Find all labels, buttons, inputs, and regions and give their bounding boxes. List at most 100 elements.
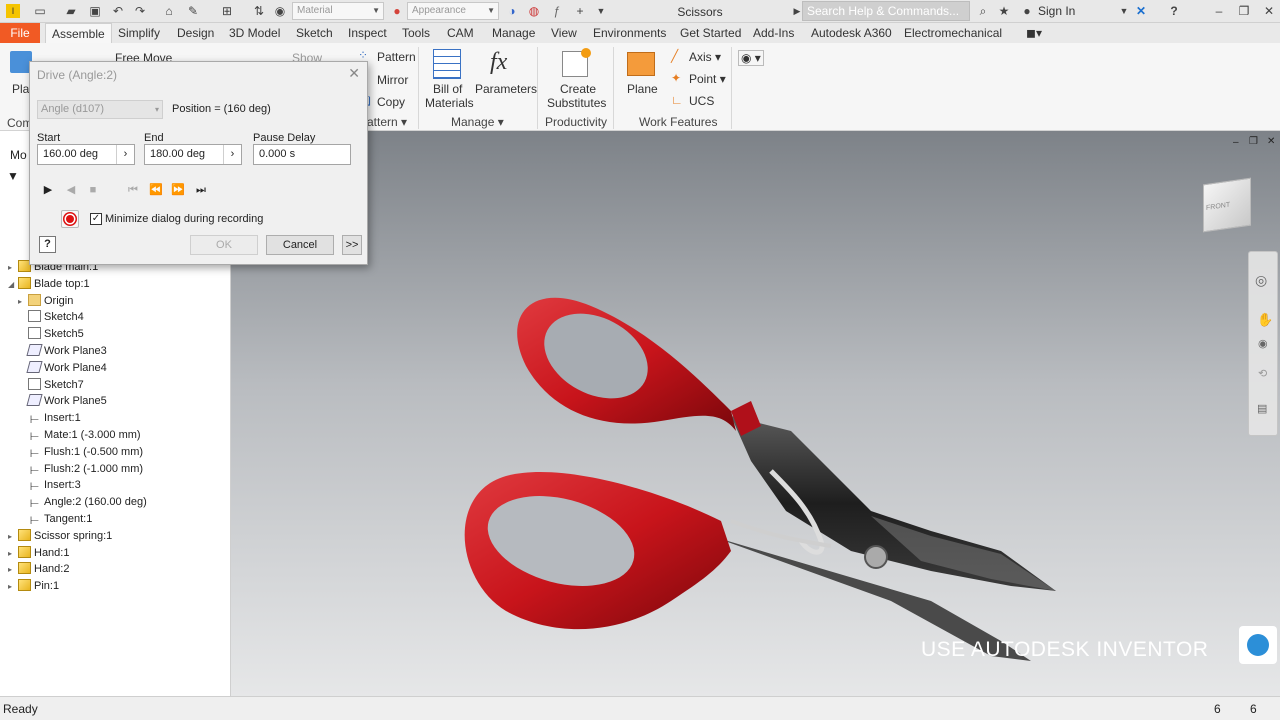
tree-node[interactable]: Work Plane4: [18, 360, 107, 376]
measure-icon[interactable]: ⇅: [252, 4, 266, 18]
tab-environments[interactable]: Environments: [587, 23, 672, 43]
view-cube[interactable]: FRONT: [1203, 177, 1251, 233]
tab-get-started[interactable]: Get Started: [674, 23, 747, 43]
point-icon[interactable]: ✦: [671, 71, 681, 85]
mirror-button[interactable]: Mirror: [377, 73, 408, 87]
play-reverse-button[interactable]: ◀: [61, 180, 81, 200]
graphics-window[interactable]: ‒ ❐ ✕ FRONT ◎ ✋ ◉ ⟲ ▤ USE AUTODESK INVEN…: [231, 131, 1280, 696]
plane-icon[interactable]: [627, 52, 655, 76]
chevron-down-icon[interactable]: ▼: [1117, 4, 1131, 18]
record-button[interactable]: [61, 210, 79, 228]
pattern-button[interactable]: Pattern: [377, 50, 416, 64]
appearance-combo[interactable]: Appearance ▼: [407, 2, 499, 20]
tree-node[interactable]: Sketch4: [18, 309, 84, 325]
look-at-icon[interactable]: ▤: [1257, 402, 1267, 415]
tree-node[interactable]: ⊢ Angle:2 (160.00 deg): [18, 494, 147, 510]
tree-node[interactable]: ⊢ Flush:1 (-0.500 mm): [18, 444, 143, 460]
appearance-icon[interactable]: ◉: [273, 4, 287, 18]
ok-button[interactable]: OK: [190, 235, 258, 255]
close-icon[interactable]: ✕: [1262, 4, 1276, 18]
cancel-button[interactable]: Cancel: [266, 235, 334, 255]
home-icon[interactable]: ⌂: [162, 4, 176, 18]
open-folder-icon[interactable]: ▰: [64, 4, 78, 18]
pattern-group-label[interactable]: attern ▾: [367, 115, 407, 129]
update-icon[interactable]: ✎: [186, 4, 200, 18]
axis-icon[interactable]: ╱: [671, 49, 678, 63]
tree-node[interactable]: ▸ Hand:1: [8, 545, 69, 561]
manage-group-label[interactable]: Manage ▾: [451, 115, 504, 129]
play-forward-button[interactable]: ▶: [38, 180, 58, 200]
redo-icon[interactable]: ↷: [133, 4, 147, 18]
tab-design[interactable]: Design: [171, 23, 220, 43]
axis-button[interactable]: Axis ▾: [689, 50, 721, 64]
fx-icon[interactable]: fx: [490, 49, 507, 76]
pause-delay-field[interactable]: 0.000 s: [253, 144, 351, 165]
panel-options-icon[interactable]: ◉ ▾: [738, 50, 764, 66]
bill-of-materials-icon[interactable]: [433, 49, 461, 79]
tab-electromechanical[interactable]: Electromechanical: [898, 23, 1008, 43]
tree-node[interactable]: ⊢ Tangent:1: [18, 511, 93, 527]
tree-node[interactable]: ⊢ Insert:1: [18, 410, 81, 426]
expand-toggle-icon[interactable]: ▸: [8, 579, 18, 595]
color-ball-icon[interactable]: ●: [390, 4, 404, 18]
tree-node[interactable]: Work Plane5: [18, 393, 107, 409]
tab-autodesk-a360[interactable]: Autodesk A360: [805, 23, 898, 43]
tab-file[interactable]: File: [0, 23, 40, 43]
plane-button[interactable]: Plane: [627, 82, 658, 96]
expand-toggle-icon[interactable]: ▸: [8, 562, 18, 578]
more-button[interactable]: >>: [342, 235, 362, 255]
tab-add-ins[interactable]: Add-Ins: [747, 23, 800, 43]
user-icon[interactable]: ●: [1020, 4, 1034, 18]
tree-node[interactable]: Sketch5: [18, 326, 84, 342]
tree-node[interactable]: ⊢ Insert:3: [18, 477, 81, 493]
dialog-close-icon[interactable]: ✕: [348, 65, 360, 82]
copy-button[interactable]: Copy: [377, 95, 405, 109]
filter-icon[interactable]: ▼: [7, 169, 19, 183]
tab-simplify[interactable]: Simplify: [112, 23, 166, 43]
zoom-icon[interactable]: ◉: [1258, 337, 1268, 350]
material-combo[interactable]: Material ▼: [292, 2, 384, 20]
tab-inspect[interactable]: Inspect: [342, 23, 393, 43]
customize-icon[interactable]: ▼: [594, 4, 608, 18]
expand-toggle-icon[interactable]: ▸: [8, 529, 18, 545]
end-field[interactable]: 180.00 deg ›: [144, 144, 242, 165]
binoculars-icon[interactable]: ⌕: [976, 4, 990, 18]
pattern-icon[interactable]: ⁘: [358, 48, 368, 62]
stop-button[interactable]: ■: [83, 180, 103, 200]
step-forward-button[interactable]: ⏩: [168, 180, 188, 200]
help-search-input[interactable]: Search Help & Commands...: [802, 1, 970, 21]
favorites-star-icon[interactable]: ★: [997, 4, 1011, 18]
tree-node[interactable]: ▸ Hand:2: [8, 561, 69, 577]
tree-node[interactable]: ⊢ Flush:2 (-1.000 mm): [18, 461, 143, 477]
tree-node[interactable]: Sketch7: [18, 377, 84, 393]
tree-node[interactable]: ▸ Scissor spring:1: [8, 528, 112, 544]
chevron-right-icon[interactable]: ›: [223, 145, 241, 164]
tab-tools[interactable]: Tools: [396, 23, 436, 43]
select-icon[interactable]: ⊞: [220, 4, 234, 18]
clear-icon[interactable]: ◍: [527, 4, 541, 18]
step-reverse-button[interactable]: ⏪: [146, 180, 166, 200]
steering-wheel-icon[interactable]: ◎: [1255, 272, 1267, 289]
minimize-checkbox[interactable]: ✓: [90, 213, 102, 225]
create-substitutes-icon[interactable]: [562, 48, 591, 77]
tab-sketch[interactable]: Sketch: [290, 23, 339, 43]
tree-node[interactable]: Work Plane3: [18, 343, 107, 359]
undo-icon[interactable]: ↶: [111, 4, 125, 18]
video-camera-icon[interactable]: ◼▾: [1020, 23, 1048, 43]
start-field[interactable]: 160.00 deg ›: [37, 144, 135, 165]
scissors-model[interactable]: [231, 131, 1280, 696]
sign-in-link[interactable]: Sign In: [1038, 4, 1075, 18]
tree-node[interactable]: ◢ Blade top:1: [8, 276, 90, 292]
tree-node[interactable]: ▸ Origin: [18, 293, 73, 309]
expand-toggle-icon[interactable]: ▸: [18, 294, 28, 310]
tree-node[interactable]: ⊢ Mate:1 (-3.000 mm): [18, 427, 141, 443]
expand-toggle-icon[interactable]: ▸: [8, 546, 18, 562]
help-icon[interactable]: ?: [39, 236, 56, 253]
minimize-icon[interactable]: ‒: [1212, 4, 1226, 18]
point-button[interactable]: Point ▾: [689, 72, 726, 86]
app-logo-icon[interactable]: I: [6, 4, 20, 18]
add-icon[interactable]: +: [573, 4, 587, 18]
constraint-select[interactable]: Angle (d107) ▾: [37, 100, 163, 119]
parameters-button[interactable]: Parameters: [475, 82, 537, 96]
ucs-icon[interactable]: ∟: [671, 93, 683, 107]
